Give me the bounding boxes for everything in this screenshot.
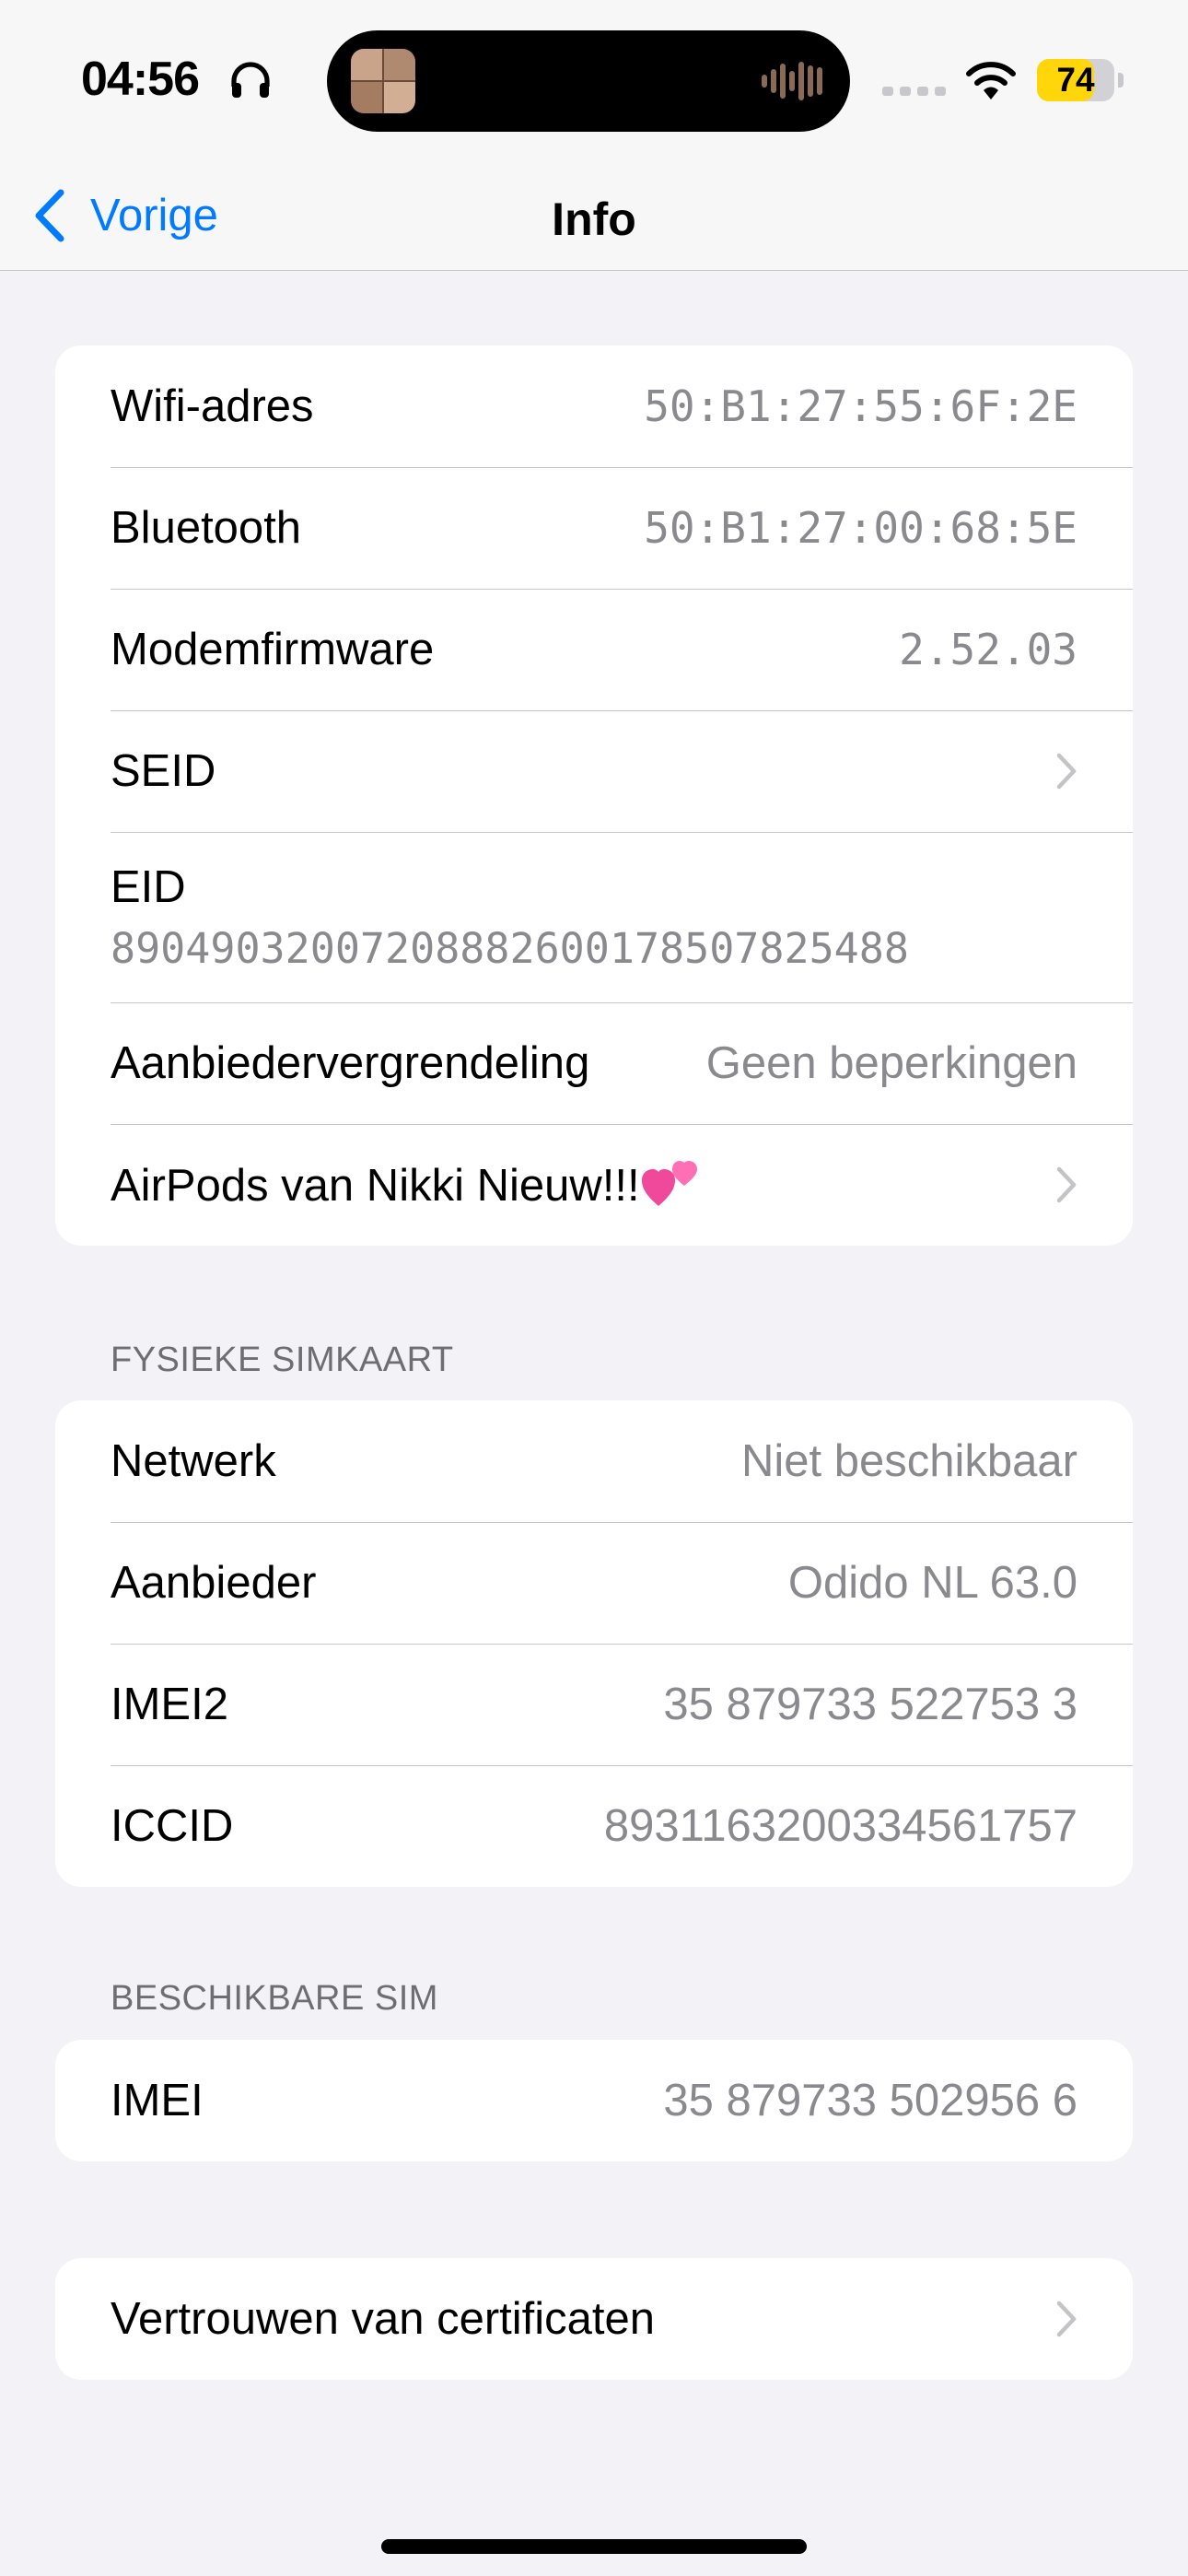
imei2-row[interactable]: IMEI2 35 879733 522753 3: [55, 1644, 1133, 1765]
certificate-trust-label: Vertrouwen van certificaten: [111, 2294, 656, 2344]
imei-row[interactable]: IMEI 35 879733 502956 6: [55, 2040, 1133, 2161]
imei2-label: IMEI2: [111, 1680, 228, 1729]
battery-cap: [1118, 73, 1124, 88]
physical-sim-header: FYSIEKE SIMKAART: [111, 1341, 454, 1379]
iccid-label: ICCID: [111, 1801, 234, 1851]
info-group: Wifi-adres 50:B1:27:55:6F:2E Bluetooth 5…: [55, 345, 1133, 1246]
dynamic-island[interactable]: [327, 30, 850, 132]
imei2-value: 35 879733 522753 3: [663, 1680, 1077, 1729]
carrier-lock-value: Geen beperkingen: [705, 1038, 1077, 1088]
battery-percent: 74: [1056, 61, 1095, 99]
chevron-left-icon: [35, 189, 64, 242]
available-sim-header: BESCHIKBARE SIM: [111, 1979, 438, 2018]
network-label: Netwerk: [111, 1436, 276, 1486]
home-indicator[interactable]: [381, 2539, 807, 2554]
eid-label: EID: [111, 862, 186, 912]
imei-value: 35 879733 502956 6: [663, 2076, 1077, 2125]
iccid-row[interactable]: ICCID 8931163200334561757: [55, 1765, 1133, 1887]
certificate-trust-row[interactable]: Vertrouwen van certificaten: [55, 2258, 1133, 2380]
carrier-lock-label: Aanbiedervergrendeling: [111, 1038, 590, 1088]
airpods-row[interactable]: AirPods van Nikki Nieuw!!!: [55, 1124, 1133, 1246]
carrier-lock-row[interactable]: Aanbiedervergrendeling Geen beperkingen: [55, 1002, 1133, 1124]
carrier-row[interactable]: Aanbieder Odido NL 63.0: [55, 1522, 1133, 1644]
waveform-icon: [762, 62, 822, 100]
bluetooth-value: 50:B1:27:00:68:5E: [644, 503, 1077, 553]
two-hearts-icon: [641, 1161, 697, 1206]
modem-firmware-row[interactable]: Modemfirmware 2.52.03: [55, 589, 1133, 710]
cell-signal-icon: [882, 87, 946, 96]
eid-value: 89049032007208882600178507825488: [111, 924, 909, 973]
chevron-right-icon: [1056, 1166, 1077, 1203]
back-button[interactable]: Vorige: [33, 179, 218, 252]
eid-row[interactable]: EID 89049032007208882600178507825488: [55, 832, 1133, 1002]
chevron-right-icon: [1056, 753, 1077, 790]
wifi-address-row[interactable]: Wifi-adres 50:B1:27:55:6F:2E: [55, 345, 1133, 467]
airpods-label: AirPods van Nikki Nieuw!!!: [111, 1161, 640, 1211]
status-bar: 04:56 74: [0, 0, 1188, 166]
seid-row[interactable]: SEID: [55, 710, 1133, 832]
airpods-label-wrap: AirPods van Nikki Nieuw!!!: [111, 1158, 701, 1212]
physical-sim-group: Netwerk Niet beschikbaar Aanbieder Odido…: [55, 1400, 1133, 1887]
headphones-icon: [231, 62, 270, 98]
status-time: 04:56: [81, 53, 200, 106]
iccid-value: 8931163200334561757: [603, 1801, 1077, 1851]
carrier-value: Odido NL 63.0: [787, 1558, 1077, 1608]
chevron-right-icon: [1056, 2301, 1077, 2337]
bluetooth-row[interactable]: Bluetooth 50:B1:27:00:68:5E: [55, 467, 1133, 589]
network-row[interactable]: Netwerk Niet beschikbaar: [55, 1400, 1133, 1522]
imei-label: IMEI: [111, 2076, 204, 2125]
wifi-address-value: 50:B1:27:55:6F:2E: [644, 381, 1077, 431]
navigation-bar: Info Vorige: [0, 166, 1188, 271]
network-value: Niet beschikbaar: [741, 1436, 1077, 1486]
album-art-thumbnail: [351, 49, 415, 113]
bluetooth-label: Bluetooth: [111, 503, 302, 553]
back-label: Vorige: [90, 191, 218, 240]
modem-firmware-value: 2.52.03: [899, 625, 1077, 674]
battery-icon: 74: [1037, 59, 1114, 101]
wifi-address-label: Wifi-adres: [111, 381, 314, 431]
wifi-icon: [966, 62, 1016, 100]
carrier-label: Aanbieder: [111, 1558, 317, 1608]
certificates-group: Vertrouwen van certificaten: [55, 2258, 1133, 2380]
modem-firmware-label: Modemfirmware: [111, 625, 435, 674]
seid-label: SEID: [111, 746, 216, 796]
available-sim-group: IMEI 35 879733 502956 6: [55, 2040, 1133, 2161]
